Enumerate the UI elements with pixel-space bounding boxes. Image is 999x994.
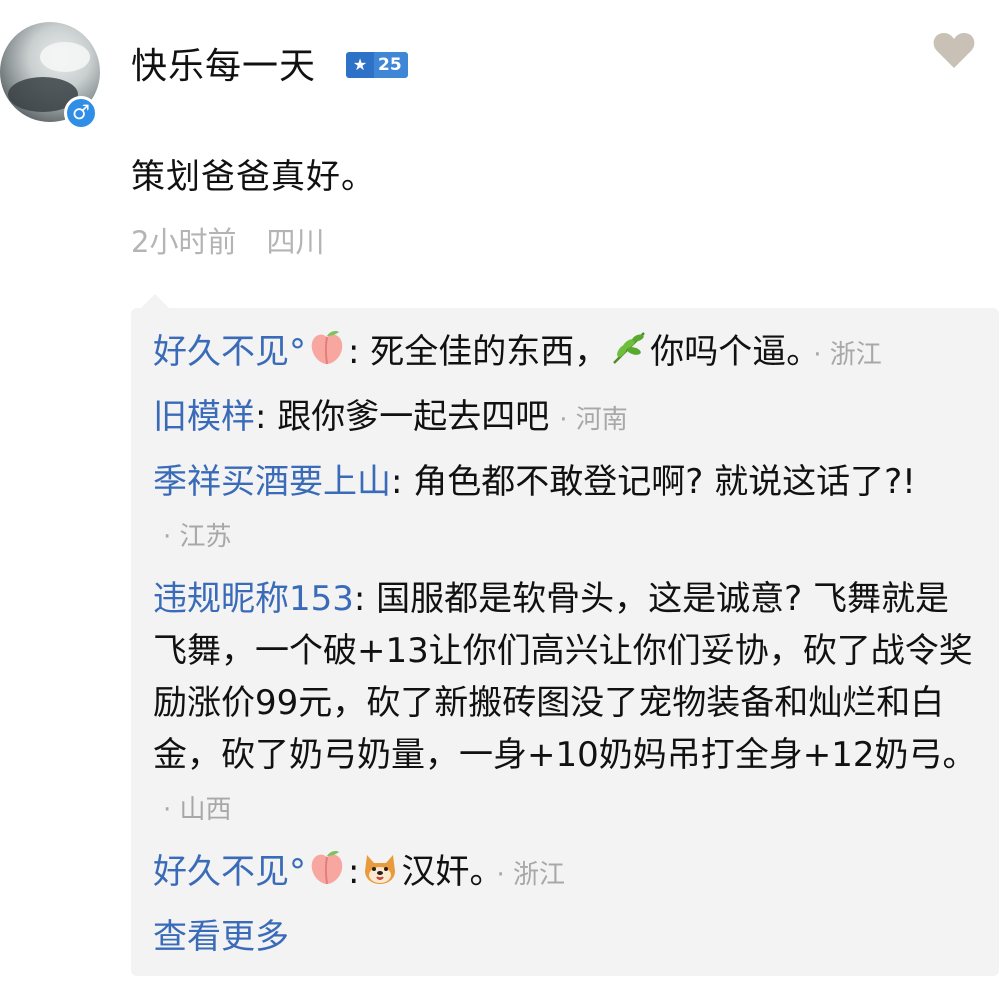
reply-text: 汉奸。 bbox=[401, 852, 487, 892]
post-location: 四川 bbox=[266, 225, 325, 259]
reply-location: · 河南 bbox=[559, 405, 628, 435]
reply-item[interactable]: 旧模样: 跟你爹一起去四吧 · 河南 bbox=[153, 391, 977, 446]
herb-emoji-icon bbox=[613, 332, 646, 364]
reply-item[interactable]: 好久不见°: 死全佳的东西， 你吗个逼。 · 浙江 bbox=[153, 326, 977, 381]
reply-text-tail: 你吗个逼。 bbox=[650, 332, 804, 372]
reply-author[interactable]: 好久不见° bbox=[153, 332, 306, 372]
reply-item[interactable]: 好久不见°: 汉奸。 · 浙江 bbox=[153, 846, 977, 901]
reply-text: 跟你爹一起去四吧 bbox=[266, 397, 550, 437]
reply-item[interactable]: 违规昵称153: 国服都是软骨头，这是诚意? 飞舞就是飞舞，一个破+13让你们高… bbox=[153, 573, 977, 836]
post-content: 策划爸爸真好。 bbox=[131, 157, 376, 197]
reply-location: · 山西 bbox=[163, 795, 232, 825]
heart-icon[interactable] bbox=[932, 30, 976, 70]
reply-text: 角色都不敢登记啊? 就说这话了?! bbox=[402, 462, 916, 502]
reply-colon: : bbox=[348, 852, 360, 892]
level-number: 25 bbox=[374, 52, 408, 78]
reply-colon: : bbox=[255, 397, 267, 437]
peach-emoji-icon bbox=[311, 851, 343, 885]
reply-item[interactable]: 季祥买酒要上山: 角色都不敢登记啊? 就说这话了?! · 江苏 bbox=[153, 456, 977, 563]
comment-card: ♂ 快乐每一天 ★ 25 策划爸爸真好。 2小时前 四川 好久不见°: 死全佳的… bbox=[0, 0, 999, 994]
reply-text: 死全佳的东西， bbox=[359, 332, 609, 372]
post-time: 2小时前 bbox=[131, 225, 237, 259]
reply-author[interactable]: 好久不见° bbox=[153, 852, 306, 892]
avatar-cloud-light bbox=[40, 42, 90, 72]
male-gender-icon: ♂ bbox=[64, 96, 98, 130]
level-badge: ★ 25 bbox=[346, 52, 408, 78]
reply-author[interactable]: 违规昵称153 bbox=[153, 579, 354, 619]
reply-location: · 江苏 bbox=[163, 522, 232, 552]
reply-colon: : bbox=[391, 462, 403, 502]
reply-location: · 浙江 bbox=[813, 340, 882, 370]
shiba-dog-emoji-icon bbox=[365, 855, 396, 884]
reply-colon: : bbox=[353, 579, 366, 619]
reply-author[interactable]: 季祥买酒要上山 bbox=[153, 462, 391, 502]
view-more-link[interactable]: 查看更多 bbox=[153, 911, 977, 963]
reply-colon: : bbox=[348, 332, 360, 372]
level-star-icon: ★ bbox=[346, 52, 374, 78]
reply-author[interactable]: 旧模样 bbox=[153, 397, 255, 437]
reply-location: · 浙江 bbox=[496, 860, 565, 890]
username[interactable]: 快乐每一天 bbox=[131, 44, 316, 90]
peach-emoji-icon bbox=[311, 331, 343, 365]
post-meta: 2小时前 四川 bbox=[131, 222, 324, 262]
replies-panel: 好久不见°: 死全佳的东西， 你吗个逼。 · 浙江 旧模样: 跟你爹一起去四吧 · 河… bbox=[131, 294, 999, 976]
